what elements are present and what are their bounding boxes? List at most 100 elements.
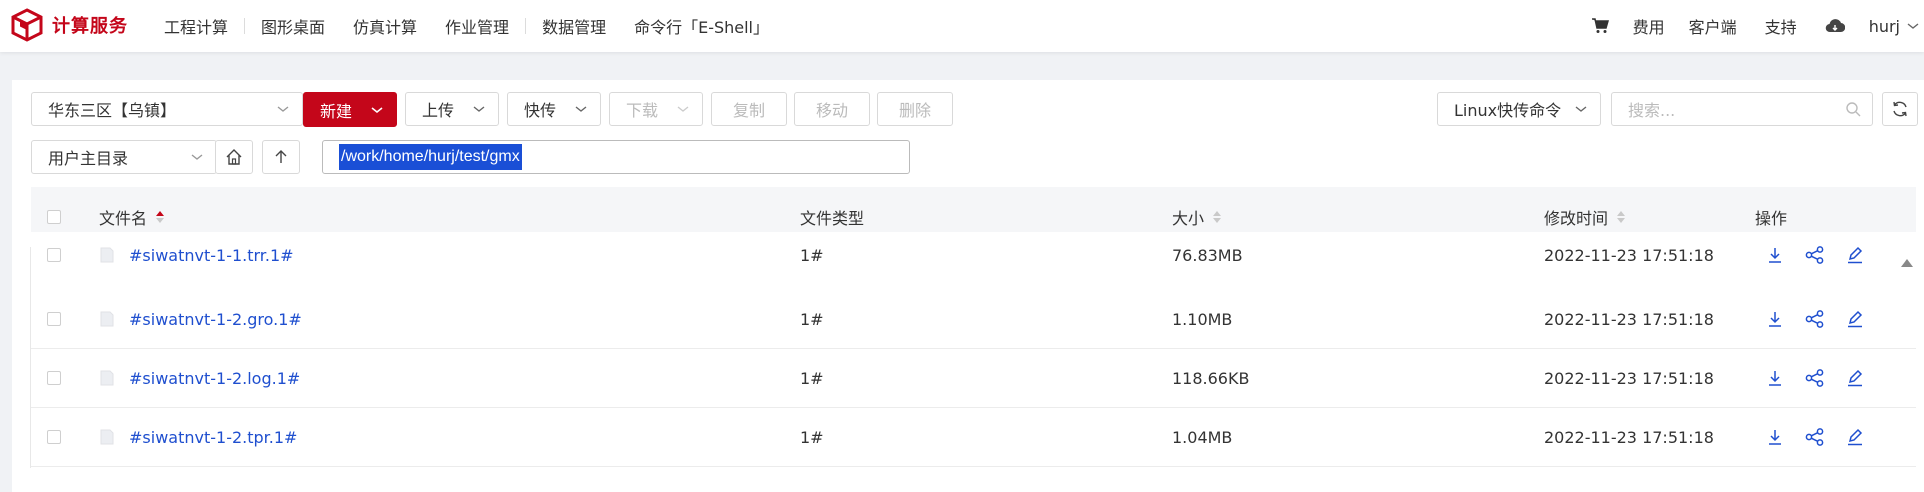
scrollbar-up-arrow[interactable] [1900, 253, 1914, 272]
download-button[interactable]: 下载 [609, 92, 703, 126]
row-checkbox[interactable] [47, 349, 61, 407]
linux-command-label: Linux快传命令 [1454, 101, 1562, 120]
path-input[interactable]: /work/home/hurj/test/gmx [322, 140, 910, 174]
new-button-label: 新建 [320, 101, 353, 121]
file-name-cell[interactable]: #siwatnvt-1-1.trr.1# [99, 226, 294, 284]
nav-eshell[interactable]: 命令行「E-Shell」 [620, 14, 783, 38]
download-icon[interactable] [1755, 428, 1795, 446]
copy-button[interactable]: 复制 [711, 92, 787, 126]
nav-data-management[interactable]: 数据管理 [528, 14, 620, 38]
share-icon[interactable] [1795, 369, 1835, 387]
file-name-link[interactable]: #siwatnvt-1-2.tpr.1# [129, 428, 297, 447]
chevron-down-icon [1570, 104, 1592, 114]
row-checkbox[interactable] [47, 290, 61, 348]
file-name-cell[interactable]: #siwatnvt-1-2.gro.1# [99, 290, 302, 348]
nav-fees[interactable]: 费用 [1623, 14, 1675, 38]
table-row[interactable]: #siwatnvt-1-1.trr.1# 1# 76.83MB 2022-11-… [31, 232, 1916, 291]
file-icon [99, 370, 115, 386]
main-nav: 工程计算 图形桌面 仿真计算 作业管理 数据管理 命令行「E-Shell」 [150, 0, 783, 52]
file-name-link[interactable]: #siwatnvt-1-1.trr.1# [129, 246, 294, 265]
cube-logo-icon [11, 8, 43, 42]
top-navigation-bar: 计算服务 工程计算 图形桌面 仿真计算 作业管理 数据管理 命令行「E-Shel… [0, 0, 1924, 52]
nav-simulation-compute[interactable]: 仿真计算 [339, 14, 431, 38]
modified-time-cell: 2022-11-23 17:51:18 [1544, 309, 1714, 329]
sort-icon[interactable] [1616, 209, 1626, 225]
edit-icon[interactable] [1835, 310, 1875, 328]
region-select[interactable]: 华东三区【乌镇】 [31, 92, 303, 126]
share-icon[interactable] [1795, 246, 1835, 264]
file-size-cell: 1.04MB [1172, 427, 1233, 447]
root-directory-select[interactable]: 用户主目录 [31, 140, 217, 174]
file-name-cell[interactable]: #siwatnvt-1-2.tpr.1# [99, 408, 297, 466]
nav-graphic-desktop[interactable]: 图形桌面 [247, 14, 339, 38]
modified-time-cell: 2022-11-23 17:51:18 [1544, 368, 1714, 388]
file-size-cell: 1.10MB [1172, 309, 1233, 329]
file-size-cell: 118.66KB [1172, 368, 1250, 388]
search-input[interactable]: 搜索... [1611, 92, 1873, 126]
chevron-down-icon [272, 104, 294, 114]
nav-client[interactable]: 客户端 [1675, 14, 1751, 38]
home-icon [225, 148, 243, 166]
chevron-down-icon [366, 105, 388, 115]
upload-button-label: 上传 [422, 101, 455, 120]
row-checkbox[interactable] [47, 408, 61, 466]
share-icon[interactable] [1795, 310, 1835, 328]
chevron-down-icon [1907, 23, 1919, 29]
quick-transfer-button[interactable]: 快传 [507, 92, 601, 126]
user-name: hurj [1868, 16, 1900, 36]
sort-icon[interactable] [155, 209, 165, 225]
row-actions [1755, 408, 1875, 466]
table-row[interactable]: #siwatnvt-1-2.tpr.1# 1# 1.04MB 2022-11-2… [31, 408, 1916, 467]
delete-button[interactable]: 删除 [877, 92, 953, 126]
file-name-link[interactable]: #siwatnvt-1-2.log.1# [129, 369, 300, 388]
download-button-label: 下载 [626, 101, 659, 120]
search-placeholder: 搜索... [1628, 101, 1676, 120]
move-button[interactable]: 移动 [794, 92, 870, 126]
row-checkbox[interactable] [47, 226, 61, 284]
nav-support[interactable]: 支持 [1751, 14, 1811, 38]
file-name-cell[interactable]: #siwatnvt-1-2.log.1# [99, 349, 300, 407]
chevron-down-icon [672, 104, 694, 114]
file-icon [99, 311, 115, 327]
download-icon[interactable] [1755, 246, 1795, 264]
refresh-button[interactable] [1882, 92, 1918, 126]
chevron-down-icon [186, 152, 208, 162]
file-size-cell: 76.83MB [1172, 245, 1243, 265]
home-button[interactable] [215, 140, 253, 174]
edit-icon[interactable] [1835, 428, 1875, 446]
download-icon[interactable] [1755, 310, 1795, 328]
file-name-link[interactable]: #siwatnvt-1-2.gro.1# [129, 310, 302, 329]
share-icon[interactable] [1795, 428, 1835, 446]
sort-icon[interactable] [1212, 209, 1222, 225]
nav-divider [525, 18, 527, 34]
checkbox-box [47, 312, 61, 326]
app-logo[interactable]: 计算服务 [10, 8, 128, 42]
table-row[interactable]: #siwatnvt-1-2.gro.1# 1# 1.10MB 2022-11-2… [31, 290, 1916, 349]
edit-icon[interactable] [1835, 246, 1875, 264]
user-menu[interactable]: hurj [1859, 17, 1924, 36]
app-title: 计算服务 [52, 16, 128, 37]
file-icon [99, 429, 115, 445]
search-icon[interactable] [1842, 101, 1864, 117]
download-icon[interactable] [1755, 369, 1795, 387]
parent-directory-button[interactable] [262, 140, 300, 174]
edit-icon[interactable] [1835, 369, 1875, 387]
checkbox-box [47, 210, 61, 224]
cart-icon[interactable] [1577, 18, 1623, 34]
nav-engineering-compute[interactable]: 工程计算 [150, 14, 242, 38]
row-actions [1755, 290, 1875, 348]
nav-job-management[interactable]: 作业管理 [431, 14, 523, 38]
new-button[interactable]: 新建 [303, 92, 397, 127]
file-type-cell: 1# [800, 368, 824, 388]
upload-button[interactable]: 上传 [405, 92, 499, 126]
copy-button-label: 复制 [732, 101, 765, 120]
region-select-value: 华东三区【乌镇】 [48, 101, 177, 120]
linux-command-select[interactable]: Linux快传命令 [1437, 92, 1601, 126]
cloud-icon[interactable] [1811, 18, 1859, 34]
nav-right: 费用 客户端 支持 hurj [1577, 0, 1924, 52]
chevron-down-icon [570, 104, 592, 114]
move-button-label: 移动 [815, 101, 848, 120]
delete-button-label: 删除 [898, 101, 931, 120]
file-type-cell: 1# [800, 309, 824, 329]
table-row[interactable]: #siwatnvt-1-2.log.1# 1# 118.66KB 2022-11… [31, 349, 1916, 408]
